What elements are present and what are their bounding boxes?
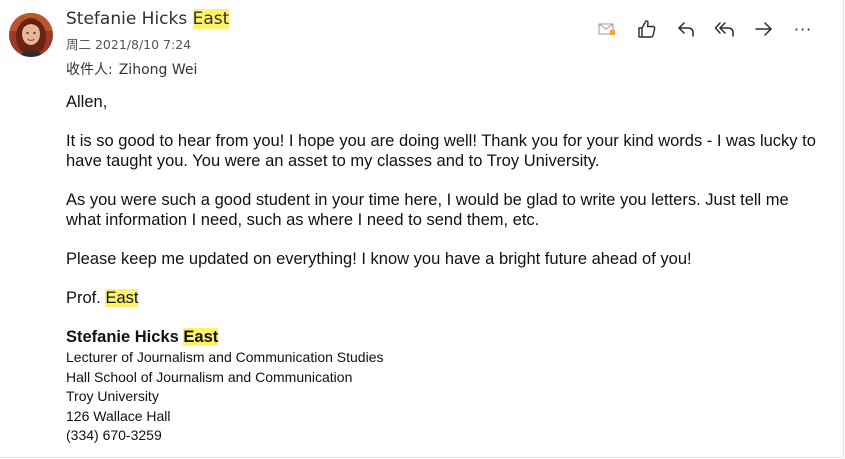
forward-button[interactable]	[749, 14, 779, 44]
reply-button[interactable]	[671, 14, 701, 44]
like-button[interactable]	[632, 14, 662, 44]
body-paragraph: As you were such a good student in your …	[66, 191, 789, 229]
more-actions-button[interactable]: ···	[788, 14, 818, 44]
body-paragraph: It is so good to hear from you! I hope y…	[66, 132, 816, 170]
closing: Prof. East	[66, 288, 826, 308]
closing-highlight: East	[105, 289, 139, 307]
sender-avatar[interactable]	[9, 13, 53, 57]
greeting: Allen,	[66, 93, 108, 111]
signature-name-highlight: East	[183, 328, 219, 346]
avatar-photo	[9, 13, 53, 57]
body-paragraph: Please keep me updated on everything! I …	[66, 250, 692, 268]
forward-icon	[755, 22, 772, 36]
recipient-name[interactable]: Zihong Wei	[119, 62, 198, 78]
mark-read-button[interactable]	[594, 14, 620, 44]
reply-all-button[interactable]	[710, 14, 740, 44]
sent-datetime: 周二 2021/8/10 7:24	[66, 37, 192, 52]
signature-title: Lecturer of Journalism and Communication…	[66, 349, 384, 365]
signature-name: Stefanie Hicks East	[66, 327, 826, 347]
signature-address: 126 Wallace Hall	[66, 407, 171, 424]
signature-institution: Troy University	[66, 388, 159, 405]
like-icon	[638, 20, 656, 38]
closing-prefix: Prof.	[66, 289, 101, 307]
reply-all-icon	[714, 22, 734, 37]
mail-read-icon	[598, 23, 615, 35]
recipient-line: 收件人: Zihong Wei	[66, 59, 197, 79]
email-reading-pane: Stefanie Hicks East 周二 2021/8/10 7:24 收件…	[0, 0, 844, 458]
sender-name-highlight: East	[192, 9, 230, 29]
signature-block: Stefanie Hicks East Lecturer of Journali…	[66, 327, 826, 446]
sender-name[interactable]: Stefanie Hicks East	[66, 9, 230, 29]
reply-icon	[678, 22, 694, 37]
signature-phone: (334) 670-3259	[66, 427, 162, 444]
message-body: Allen, It is so good to hear from you! I…	[66, 92, 826, 446]
signature-name-text: Stefanie Hicks	[66, 328, 179, 346]
sender-name-text: Stefanie Hicks	[66, 9, 188, 29]
signature-department: Hall School of Journalism and Communicat…	[66, 368, 353, 385]
more-icon: ···	[793, 19, 813, 39]
message-toolbar: ···	[594, 14, 827, 44]
recipient-label: 收件人:	[66, 62, 113, 78]
